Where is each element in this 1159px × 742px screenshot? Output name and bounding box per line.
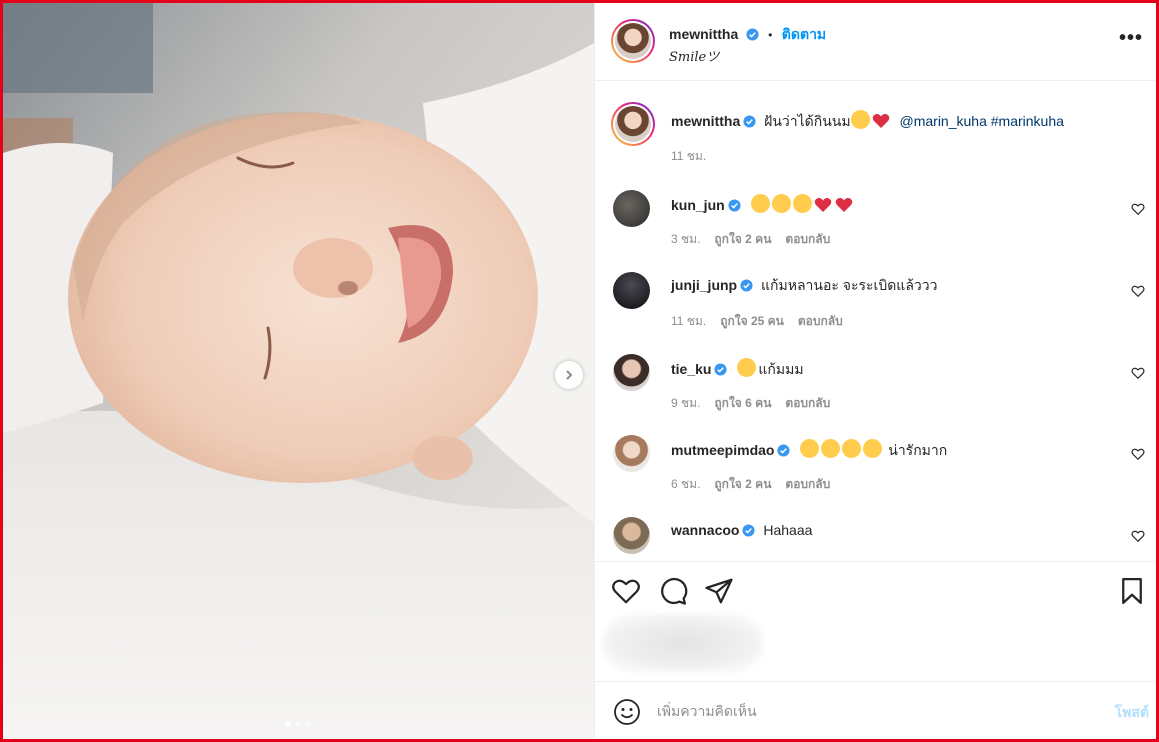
carousel-dot-2 — [295, 721, 301, 727]
verified-badge-icon — [746, 28, 759, 41]
comment-composer: โพสต์ — [595, 681, 1157, 739]
comment-time: 3 ชม. — [671, 232, 701, 246]
comment-row: mutmeepimdao น่ารักมาก 6 ชม. ถูกใจ 2 คน ตอ… — [595, 435, 1157, 505]
comment-username[interactable]: kun_jun — [671, 197, 725, 213]
like-comment-heart-icon[interactable] — [1131, 284, 1145, 298]
next-image-button[interactable] — [555, 361, 583, 389]
comment-meta: 6 ชม. ถูกใจ 2 คน ตอบกลับ — [671, 475, 844, 494]
comment-text: mutmeepimdao น่ารักมาก — [671, 439, 947, 459]
comment-likes[interactable]: ถูกใจ 25 คน — [720, 314, 784, 328]
carousel-indicator — [285, 721, 311, 727]
comment-time: 9 ชม. — [671, 396, 701, 410]
star-struck-emoji-icon — [800, 439, 820, 458]
red-heart-emoji-icon — [835, 198, 852, 212]
verified-badge-icon — [777, 444, 791, 457]
bookmark-save-icon[interactable] — [1117, 576, 1147, 606]
comment-text: wannacoo Hahaaa — [671, 521, 812, 539]
verified-badge-icon — [743, 115, 756, 128]
star-struck-emoji-icon — [821, 439, 841, 458]
reply-button[interactable]: ตอบกลับ — [785, 477, 830, 491]
comment-body: แก้มหลานอะ จะระเบิดแล้ววว — [761, 277, 938, 293]
reply-button[interactable]: ตอบกลับ — [785, 396, 830, 410]
tears-of-joy-emoji-icon — [792, 194, 812, 213]
comment-likes[interactable]: ถูกใจ 2 คน — [714, 232, 771, 246]
caption-body: ฝันว่าได้กินนม — [764, 113, 851, 129]
like-comment-heart-icon[interactable] — [1131, 529, 1145, 543]
commenter-avatar[interactable] — [613, 190, 650, 227]
comment-body: น่ารักมาก — [888, 442, 948, 458]
red-heart-emoji-icon — [814, 198, 831, 212]
comment-text: junji_junp แก้มหลานอะ จะระเบิดแล้ววว — [671, 276, 938, 294]
red-heart-emoji-icon — [872, 114, 889, 128]
commenter-avatar[interactable] — [613, 435, 650, 472]
hashtag-link[interactable]: #marinkuha — [991, 113, 1064, 129]
comment-meta: 9 ชม. ถูกใจ 6 คน ตอบกลับ — [671, 394, 844, 413]
post-header: mewnittha • ติดตาม Smileツ ••• — [595, 3, 1157, 81]
share-paper-plane-icon[interactable] — [704, 576, 734, 606]
post-sidebar: mewnittha • ติดตาม Smileツ ••• mewnittha … — [594, 3, 1157, 739]
commenter-avatar[interactable] — [613, 354, 650, 391]
carousel-dot-3 — [305, 721, 311, 727]
comment-time: 11 ชม. — [671, 314, 707, 328]
caption-text: mewnittha ฝันว่าได้กินนม @marin_kuha #ma… — [671, 110, 1064, 130]
commenter-avatar[interactable] — [613, 517, 650, 554]
emoji-picker-icon[interactable] — [613, 698, 641, 726]
caption-row: mewnittha ฝันว่าได้กินนม @marin_kuha #ma… — [595, 102, 1157, 172]
post-subtitle: Smileツ — [669, 50, 720, 65]
smiling-hearts-emoji-icon — [850, 110, 870, 129]
comment-username[interactable]: mutmeepimdao — [671, 442, 774, 458]
like-comment-heart-icon[interactable] — [1131, 202, 1145, 216]
comment-text: tie_ku แก้มมม — [671, 358, 804, 378]
post-actions — [595, 561, 1157, 679]
header-separator: • — [768, 28, 773, 42]
commenter-avatar[interactable] — [613, 272, 650, 309]
comment-body: Hahaaa — [763, 522, 813, 538]
comment-text: kun_jun — [671, 194, 853, 214]
comment-body: แก้มมม — [758, 361, 804, 377]
verified-badge-icon — [714, 363, 728, 376]
like-comment-heart-icon[interactable] — [1131, 366, 1145, 380]
caption-time: 11 ชม. — [671, 149, 707, 163]
comment-meta: 11 ชม. ถูกใจ 25 คน ตอบกลับ — [671, 312, 857, 331]
likes-count-blurred — [603, 614, 763, 672]
author-avatar[interactable] — [611, 19, 655, 63]
post-comment-button[interactable]: โพสต์ — [1115, 702, 1149, 724]
reply-button[interactable]: ตอบกลับ — [785, 232, 830, 246]
comment-row: kun_jun 3 ชม. ถูกใจ 2 คน ตอบกลับ — [595, 190, 1157, 260]
star-struck-emoji-icon — [863, 439, 883, 458]
verified-badge-icon — [740, 279, 753, 292]
comment-row: junji_junp แก้มหลานอะ จะระเบิดแล้ววว 11 … — [595, 272, 1157, 342]
comment-row: tie_ku แก้มมม 9 ชม. ถูกใจ 6 คน ตอบกลับ — [595, 354, 1157, 424]
baby-photo — [3, 3, 594, 739]
star-struck-emoji-icon — [737, 358, 757, 377]
comment-username[interactable]: junji_junp — [671, 277, 737, 293]
comment-username[interactable]: tie_ku — [671, 361, 711, 377]
caption-username[interactable]: mewnittha — [671, 113, 740, 129]
comment-input[interactable] — [657, 700, 1077, 722]
post-media[interactable] — [3, 3, 594, 739]
mention-link[interactable]: @marin_kuha — [900, 113, 987, 129]
verified-badge-icon — [742, 524, 756, 537]
tears-of-joy-emoji-icon — [750, 194, 770, 213]
more-options-icon[interactable]: ••• — [1119, 28, 1143, 48]
comment-likes[interactable]: ถูกใจ 2 คน — [714, 477, 771, 491]
follow-button[interactable]: ติดตาม — [782, 26, 826, 42]
comment-meta: 3 ชม. ถูกใจ 2 คน ตอบกลับ — [671, 230, 844, 249]
comment-bubble-icon[interactable] — [658, 576, 688, 606]
comment-time: 6 ชม. — [671, 477, 701, 491]
comment-likes[interactable]: ถูกใจ 6 คน — [714, 396, 771, 410]
author-username[interactable]: mewnittha — [669, 26, 738, 42]
carousel-dot-1 — [285, 721, 291, 727]
caption-avatar[interactable] — [611, 102, 655, 146]
comment-username[interactable]: wannacoo — [671, 522, 739, 538]
like-comment-heart-icon[interactable] — [1131, 447, 1145, 461]
verified-badge-icon — [728, 199, 741, 212]
comments-list: mewnittha ฝันว่าได้กินนม @marin_kuha #ma… — [595, 82, 1157, 560]
chevron-right-icon — [566, 370, 573, 380]
star-struck-emoji-icon — [842, 439, 862, 458]
like-heart-icon[interactable] — [611, 576, 641, 606]
reply-button[interactable]: ตอบกลับ — [798, 314, 843, 328]
tears-of-joy-emoji-icon — [771, 194, 791, 213]
comment-row: wannacoo Hahaaa — [595, 517, 1157, 560]
